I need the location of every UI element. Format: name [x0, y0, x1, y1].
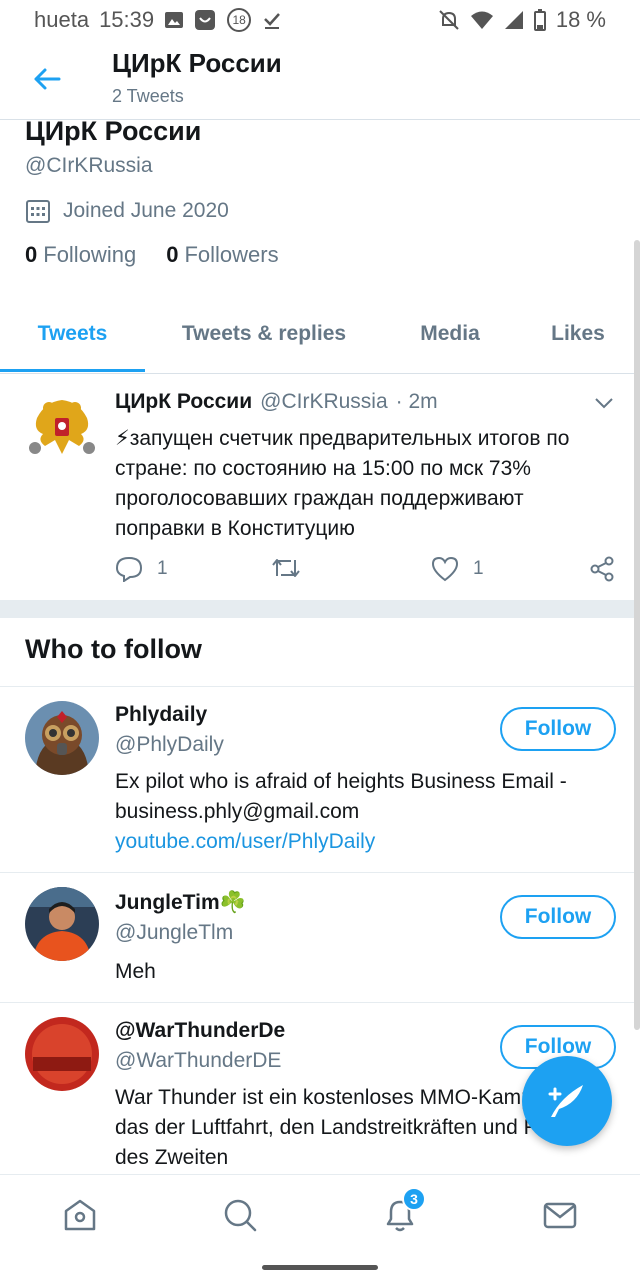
- notification-count: 18: [232, 13, 246, 27]
- gallery-icon: [164, 10, 184, 30]
- tweet-avatar[interactable]: [25, 390, 99, 464]
- retweet-button[interactable]: [271, 556, 301, 580]
- tweet[interactable]: ЦИрК России @CIrKRussia · 2m ⚡запущен сч…: [0, 374, 640, 600]
- joined-text: Joined June 2020: [63, 199, 229, 222]
- app-notification-icon: [194, 9, 216, 31]
- status-bar: hueta 15:39 18 18 %: [0, 0, 640, 40]
- profile-name: ЦИрК России: [25, 116, 202, 146]
- avatar[interactable]: [25, 887, 99, 961]
- tweet-count: 2 Tweets: [112, 86, 184, 106]
- follow-stats: 0 Following 0 Followers: [25, 242, 279, 268]
- back-button[interactable]: [30, 62, 64, 96]
- profile-tabs: Tweets Tweets & replies Media Likes: [0, 296, 640, 374]
- mute-icon: [438, 9, 460, 31]
- pilot-avatar-icon: [25, 701, 99, 775]
- profile-handle: @CIrKRussia: [25, 154, 153, 177]
- search-icon: [224, 1199, 257, 1232]
- reply-icon: [115, 556, 143, 582]
- tab-tweets-replies[interactable]: Tweets & replies: [158, 296, 370, 372]
- battery-icon: [533, 9, 546, 31]
- tweet-actions: 1 1: [115, 556, 625, 586]
- back-arrow-icon: [34, 68, 61, 90]
- suggestion-jungletim[interactable]: JungleTim☘️ @JungleTlm Meh Follow: [0, 873, 640, 1003]
- tweet-menu-button[interactable]: [594, 396, 614, 415]
- carrier-label: hueta: [34, 7, 90, 32]
- app-header: ЦИрК России 2 Tweets: [0, 40, 640, 120]
- gesture-bar[interactable]: [262, 1265, 378, 1270]
- scrollbar[interactable]: [634, 240, 640, 1030]
- follow-button[interactable]: Follow: [500, 707, 616, 751]
- who-to-follow-title: Who to follow: [25, 634, 202, 664]
- notification-count-icon: 18: [226, 7, 252, 33]
- nav-notifications[interactable]: 3: [380, 1187, 426, 1235]
- retweet-icon: [272, 559, 300, 577]
- clock: 15:39: [99, 7, 155, 32]
- suggestion-handle: @JungleTlm: [115, 921, 234, 944]
- tweet-header: ЦИрК России @CIrKRussia · 2m: [115, 390, 438, 414]
- suggestion-handle: @WarThunderDE: [115, 1049, 282, 1072]
- reply-button[interactable]: 1: [115, 556, 168, 582]
- compose-quill-icon: [548, 1085, 583, 1117]
- suggestion-bio: Meh: [115, 960, 156, 983]
- tab-media[interactable]: Media: [392, 296, 508, 372]
- nav-messages[interactable]: [540, 1195, 580, 1235]
- avatar[interactable]: [25, 701, 99, 775]
- following-count: 0: [25, 242, 38, 267]
- tab-tweets[interactable]: Tweets: [0, 296, 145, 372]
- share-icon: [590, 556, 614, 582]
- suggestion-name[interactable]: @WarThunderDe: [115, 1019, 285, 1043]
- followers-label: Followers: [184, 242, 279, 267]
- header-title: ЦИрК России: [112, 48, 282, 78]
- chevron-down-icon: [595, 398, 613, 409]
- suggestion-bio: Ex pilot who is afraid of heights Busine…: [115, 767, 615, 857]
- avatar[interactable]: [25, 1017, 99, 1091]
- notification-badge: 3: [402, 1187, 426, 1211]
- follow-button[interactable]: Follow: [500, 895, 616, 939]
- joined-date: Joined June 2020: [25, 198, 229, 224]
- followers-link[interactable]: 0 Followers: [166, 242, 278, 268]
- suggestion-handle: @PhlyDaily: [115, 733, 224, 756]
- calendar-icon: [26, 200, 50, 223]
- like-count: 1: [473, 558, 484, 579]
- following-label: Following: [43, 242, 137, 267]
- compose-tweet-button[interactable]: [522, 1056, 612, 1146]
- suggestion-name[interactable]: Phlydaily: [115, 703, 207, 727]
- battery-level: 18 %: [555, 7, 606, 32]
- tweet-text: ⚡запущен счетчик предварительных итогов …: [115, 427, 570, 540]
- home-icon: [64, 1199, 96, 1231]
- followers-count: 0: [166, 242, 179, 267]
- heart-icon: [431, 556, 459, 582]
- share-button[interactable]: [589, 556, 615, 582]
- coat-of-arms-icon: [25, 390, 99, 464]
- bottom-navigation: 3: [0, 1174, 640, 1256]
- mail-icon: [543, 1202, 577, 1229]
- tweet-author-name[interactable]: ЦИрК России: [115, 390, 252, 414]
- reply-count: 1: [157, 558, 168, 579]
- section-divider: [0, 600, 640, 618]
- tweet-timestamp: · 2m: [395, 390, 438, 413]
- bio-link[interactable]: youtube.com/user/PhlyDaily: [115, 827, 615, 857]
- nav-search[interactable]: [220, 1195, 260, 1235]
- war-thunder-logo-icon: [25, 1017, 99, 1091]
- tweet-author-handle[interactable]: @CIrKRussia: [260, 390, 388, 414]
- suggestion-name[interactable]: JungleTim☘️: [115, 891, 246, 915]
- person-avatar-icon: [25, 887, 99, 961]
- wifi-icon: [470, 10, 494, 30]
- following-link[interactable]: 0 Following: [25, 242, 136, 268]
- like-button[interactable]: 1: [431, 556, 484, 582]
- active-tab-indicator: [0, 369, 145, 372]
- nav-home[interactable]: [60, 1195, 100, 1235]
- download-done-icon: [262, 10, 282, 30]
- signal-icon: [504, 10, 524, 30]
- suggestion-phlydaily[interactable]: Phlydaily @PhlyDaily Ex pilot who is afr…: [0, 687, 640, 873]
- tab-likes[interactable]: Likes: [530, 296, 626, 372]
- bio-text: Ex pilot who is afraid of heights Busine…: [115, 770, 567, 823]
